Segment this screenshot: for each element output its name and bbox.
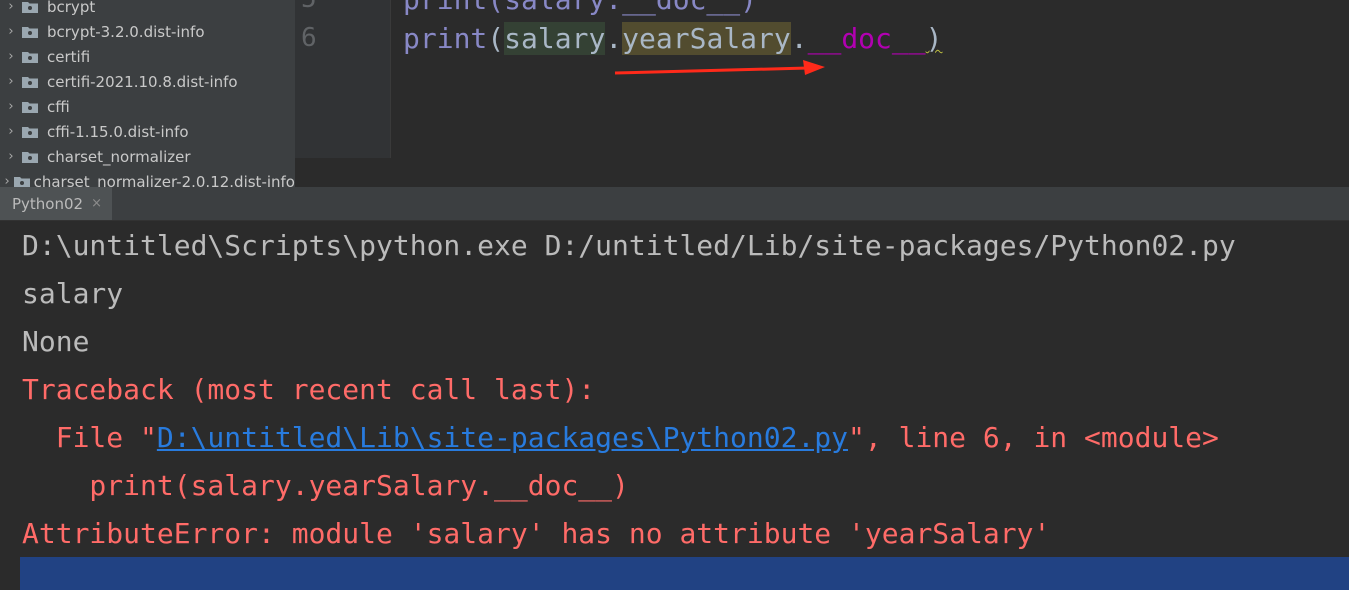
package-folder-icon xyxy=(14,176,31,187)
tree-item[interactable]: › charset_normalizer-2.0.12.dist-info xyxy=(0,169,295,187)
line-number-6: 6 xyxy=(301,23,317,53)
tree-item[interactable]: › certifi-2021.10.8.dist-info xyxy=(0,69,295,94)
package-folder-icon xyxy=(22,151,38,163)
code-token-print: print xyxy=(403,22,488,55)
tab-python02[interactable]: Python02 × xyxy=(0,187,112,220)
tree-item-label: certifi xyxy=(47,47,91,66)
attribute-error-message: AttributeError: module 'salary' has no a… xyxy=(22,517,1051,550)
chevron-right-icon[interactable]: › xyxy=(0,0,22,14)
line-gutter: 5 6 xyxy=(295,0,391,158)
chevron-right-icon[interactable]: › xyxy=(0,174,14,187)
chevron-right-icon[interactable]: › xyxy=(0,149,22,164)
console-selection-highlight xyxy=(20,557,1349,590)
tree-item-label: bcrypt-3.2.0.dist-info xyxy=(47,22,205,41)
tree-item-label: cffi-1.15.0.dist-info xyxy=(47,122,189,141)
red-arrow-annotation-icon xyxy=(614,60,825,75)
chevron-right-icon[interactable]: › xyxy=(0,49,22,64)
chevron-right-icon[interactable]: › xyxy=(0,99,22,114)
close-icon[interactable]: × xyxy=(91,196,102,211)
console-command-line: D:\untitled\Scripts\python.exe D:/untitl… xyxy=(22,229,1236,262)
code-token-attribute: yearSalary xyxy=(622,22,791,55)
run-console[interactable]: D:\untitled\Scripts\python.exe D:/untitl… xyxy=(0,221,1349,590)
tree-item-label: charset_normalizer xyxy=(47,147,191,166)
traceback-file-link[interactable]: D:\untitled\Lib\site-packages\Python02.p… xyxy=(157,421,848,454)
package-folder-icon xyxy=(22,101,38,113)
tree-item-label: bcrypt xyxy=(47,0,96,16)
project-tree: › bcrypt › bcrypt-3.2.0.dist-info › certifi › c… xyxy=(0,0,295,187)
traceback-file-line: File "D:\untitled\Lib\site-packages\Pyth… xyxy=(22,418,1219,458)
tree-item-label: charset_normalizer-2.0.12.dist-info xyxy=(33,172,295,188)
code-token-dunder: __doc__ xyxy=(807,22,926,55)
code-token-open-paren: ( xyxy=(487,22,505,55)
traceback-header: Traceback (most recent call last): xyxy=(22,373,596,406)
chevron-right-icon[interactable]: › xyxy=(0,74,22,89)
package-folder-icon xyxy=(22,76,38,88)
tree-item[interactable]: › certifi xyxy=(0,44,295,69)
run-tab-bar: Python02 × xyxy=(0,187,1349,221)
package-folder-icon xyxy=(22,26,38,38)
tree-item[interactable]: › cffi-1.15.0.dist-info xyxy=(0,119,295,144)
package-folder-icon xyxy=(22,1,38,13)
console-output-line: None xyxy=(22,325,90,358)
package-folder-icon xyxy=(22,51,38,63)
tree-item[interactable]: › cffi xyxy=(0,94,295,119)
console-output-line: salary xyxy=(22,277,124,310)
chevron-right-icon[interactable]: › xyxy=(0,124,22,139)
editor-bottom-area xyxy=(295,158,1349,187)
tree-item-label: certifi-2021.10.8.dist-info xyxy=(47,72,238,91)
chevron-right-icon[interactable]: › xyxy=(0,24,22,39)
code-line-5[interactable]: print(salary.__doc__) xyxy=(403,0,757,17)
code-line-6[interactable]: print(salary.yearSalary.__doc__) xyxy=(403,22,942,56)
line-number-5: 5 xyxy=(301,0,321,14)
code-token-module: salary xyxy=(504,22,606,55)
tree-item[interactable]: › bcrypt-3.2.0.dist-info xyxy=(0,19,295,44)
code-line-5-text: print(salary.__doc__) xyxy=(403,0,757,16)
code-token-close-paren: ) xyxy=(925,22,943,55)
code-editor[interactable]: 5 6 print(salary.__doc__) print(salary.y… xyxy=(295,0,1349,158)
traceback-file-prefix: File " xyxy=(22,421,157,454)
package-folder-icon xyxy=(22,126,38,138)
code-token-dot: . xyxy=(790,22,808,55)
tree-item-label: cffi xyxy=(47,97,70,116)
code-token-dot: . xyxy=(605,22,623,55)
tree-item[interactable]: › charset_normalizer xyxy=(0,144,295,169)
tree-item[interactable]: › bcrypt xyxy=(0,0,295,19)
traceback-file-suffix: ", line 6, in <module> xyxy=(848,421,1219,454)
run-tab-label: Python02 xyxy=(12,194,84,213)
traceback-code-line: print(salary.yearSalary.__doc__) xyxy=(22,469,629,502)
